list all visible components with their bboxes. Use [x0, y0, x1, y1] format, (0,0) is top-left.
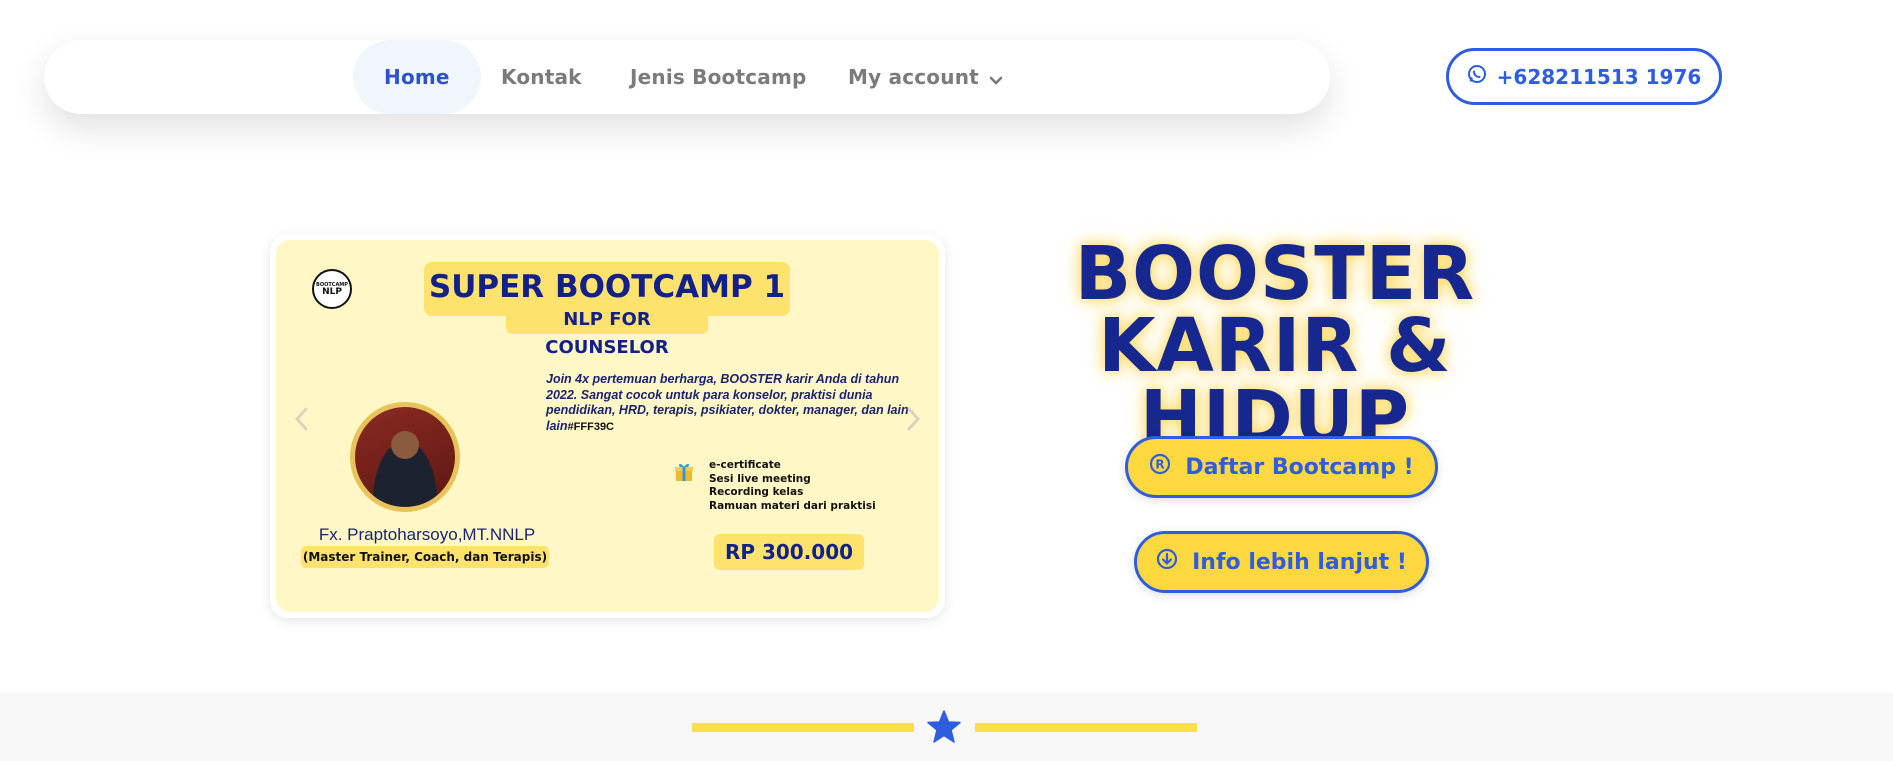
chevron-left-icon[interactable]	[290, 404, 314, 434]
nav-item-label: My account	[848, 65, 979, 89]
svg-text:R: R	[1156, 458, 1165, 472]
list-item: Recording kelas	[709, 486, 804, 498]
whatsapp-icon	[1467, 64, 1487, 89]
trainer-avatar	[350, 402, 460, 512]
bootcamp-nlp-logo: BOOTCAMP NLP	[312, 269, 352, 309]
whatsapp-number: +628211513 1976	[1496, 64, 1702, 89]
divider-line-left	[692, 723, 914, 732]
nav-item-home[interactable]: Home	[353, 40, 481, 114]
hero-title-line-2: KARIR & HIDUP	[1098, 303, 1452, 461]
star-icon	[926, 709, 962, 745]
chevron-down-icon	[989, 42, 1003, 116]
gift-icon	[674, 462, 694, 482]
bootcamp-slide: BOOTCAMP NLP SUPER BOOTCAMP 1 NLP FOR COU…	[276, 240, 939, 612]
more-info-button[interactable]: Info lebih lanjut !	[1134, 531, 1429, 593]
hero-title: BOOSTER KARIR & HIDUP	[985, 231, 1565, 461]
download-circle-icon	[1156, 548, 1178, 576]
trainer-name: Fx. Praptoharsoyo,MT.NNLP	[318, 525, 536, 544]
divider-line-right	[975, 723, 1197, 732]
main-navigation: Home Kontak Jenis Bootcamp My account	[44, 40, 1330, 114]
registered-icon: R	[1149, 453, 1171, 481]
list-item: e-certificate	[709, 459, 781, 471]
price-badge: RP 300.000	[714, 534, 864, 570]
info-label: Info lebih lanjut !	[1192, 549, 1407, 575]
nav-item-kontak[interactable]: Kontak	[501, 40, 582, 114]
register-bootcamp-button[interactable]: R Daftar Bootcamp !	[1125, 436, 1438, 498]
color-code-text: #FFF39C	[567, 420, 615, 433]
trainer-role: (Master Trainer, Coach, dan Terapis)	[301, 546, 549, 568]
nav-item-jenis-bootcamp[interactable]: Jenis Bootcamp	[630, 40, 807, 114]
slide-subtitle: NLP FOR COUNSELOR	[506, 306, 708, 358]
register-label: Daftar Bootcamp !	[1185, 454, 1414, 480]
list-item: Ramuan materi dari praktisi	[709, 499, 876, 512]
nav-item-my-account[interactable]: My account	[848, 40, 1003, 114]
whatsapp-button[interactable]: +628211513 1976	[1446, 48, 1722, 105]
benefit-list: e-certificate Sesi live meeting Recordin…	[709, 459, 876, 513]
list-item: Sesi live meeting	[709, 472, 811, 485]
bootcamp-slider: BOOTCAMP NLP SUPER BOOTCAMP 1 NLP FOR COU…	[270, 234, 945, 618]
chevron-right-icon[interactable]	[901, 404, 925, 434]
slide-description: Join 4x pertemuan berharga, BOOSTER kari…	[546, 372, 913, 433]
hero-title-line-1: BOOSTER	[1074, 231, 1476, 317]
